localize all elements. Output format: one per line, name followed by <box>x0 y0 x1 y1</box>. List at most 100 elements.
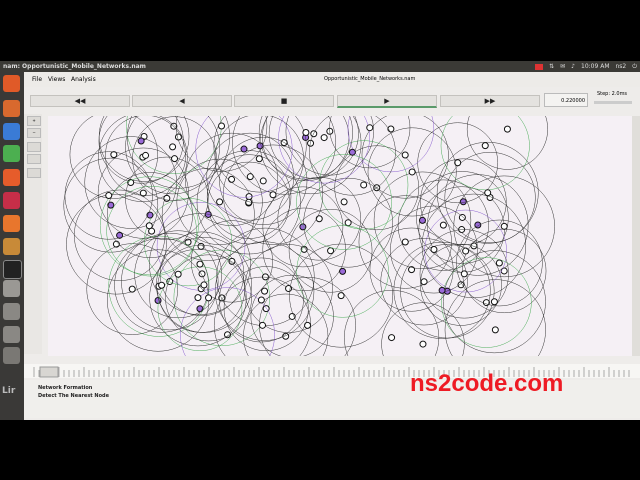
node-graph <box>63 116 555 356</box>
launcher-sidebar <box>0 72 24 420</box>
step-back-button[interactable]: ◀ <box>132 95 232 107</box>
vertical-scrollbar[interactable] <box>632 116 640 356</box>
notification-icon[interactable] <box>535 63 544 70</box>
app-icon[interactable] <box>3 326 20 343</box>
network-icon[interactable]: ⇅ <box>549 61 554 72</box>
watermark: ns2code.com <box>410 370 564 397</box>
network-node <box>145 222 153 230</box>
node-range-circle <box>347 116 435 173</box>
menu-analysis[interactable]: Analysis <box>71 76 96 83</box>
zoom-tool[interactable] <box>27 154 41 164</box>
app-icon[interactable] <box>3 280 20 297</box>
step-label: Step: 2.0ms <box>596 91 628 97</box>
network-node <box>327 247 335 255</box>
system-top-bar: nam: Opportunistic_Mobile_Networks.nam ⇅… <box>0 61 640 72</box>
network-node <box>500 222 508 230</box>
network-node <box>105 191 113 199</box>
network-node <box>340 198 348 206</box>
network-node <box>269 191 277 199</box>
node-range-circle <box>381 302 465 356</box>
network-node <box>420 278 428 286</box>
network-node <box>495 259 503 267</box>
zoom-tool[interactable] <box>27 168 41 178</box>
files-icon[interactable] <box>3 100 20 117</box>
user-name[interactable]: ns2 <box>616 61 627 72</box>
network-node <box>366 124 374 132</box>
network-node <box>339 267 347 275</box>
node-range-circle <box>440 116 530 191</box>
calc-icon[interactable] <box>3 145 20 162</box>
workspace-icon[interactable] <box>3 347 20 364</box>
menu-file[interactable]: File <box>32 76 42 83</box>
network-node <box>481 142 489 150</box>
terminal-icon[interactable] <box>3 260 22 279</box>
mail-icon[interactable]: ✉ <box>560 61 565 72</box>
network-node <box>196 260 204 268</box>
network-node <box>388 334 396 342</box>
annotation-line: Network Formation <box>38 385 93 391</box>
network-node <box>137 137 145 145</box>
node-range-circle <box>259 116 362 195</box>
network-node <box>174 270 182 278</box>
software-center-icon[interactable] <box>3 192 20 209</box>
network-node <box>259 321 267 329</box>
network-node <box>430 246 438 254</box>
network-node <box>337 292 345 300</box>
annotation-line: Detect The Nearest Node <box>38 393 110 399</box>
zoom-in-icon[interactable]: + <box>27 116 41 126</box>
menu-views[interactable]: Views <box>48 76 65 83</box>
network-node <box>438 286 446 294</box>
time-display: 0.220000 <box>544 93 588 107</box>
network-node <box>288 312 296 320</box>
zoom-tool[interactable] <box>27 142 41 152</box>
step-slider[interactable] <box>594 101 632 104</box>
writer-icon[interactable] <box>3 123 20 140</box>
network-node <box>458 213 466 221</box>
network-node <box>439 221 447 229</box>
firefox-icon[interactable] <box>3 215 20 232</box>
network-node <box>171 155 179 163</box>
network-node <box>360 181 368 189</box>
network-node <box>107 201 115 209</box>
stop-button[interactable]: ■ <box>234 95 334 107</box>
network-node <box>419 340 427 348</box>
app-icon[interactable] <box>3 303 20 320</box>
network-node <box>315 215 323 223</box>
dash-icon[interactable] <box>3 75 20 92</box>
clock[interactable]: 10:09 AM <box>581 61 609 72</box>
play-button[interactable]: ▶ <box>337 95 437 108</box>
network-node <box>490 298 498 306</box>
zoom-out-icon[interactable]: − <box>27 128 41 138</box>
node-range-circle <box>262 116 350 182</box>
power-icon[interactable]: ⏻ <box>632 61 637 72</box>
volume-icon[interactable]: ♪ <box>571 61 575 72</box>
network-node <box>256 142 264 150</box>
network-node <box>320 134 328 142</box>
network-node <box>240 145 248 153</box>
network-node <box>261 287 269 295</box>
playback-controls: ◀◀ ◀ ■ ▶ ▶▶ 0.220000 Step: 2.0ms <box>24 89 640 111</box>
settings-icon[interactable] <box>3 238 20 255</box>
impress-icon[interactable] <box>3 169 20 186</box>
network-node <box>484 189 492 197</box>
menu-bar: File Views Analysis Opportunistic_Mobile… <box>24 72 640 87</box>
network-node <box>174 133 182 141</box>
network-node <box>154 297 162 305</box>
network-animation-canvas[interactable] <box>48 116 632 356</box>
network-node <box>460 270 468 278</box>
network-node <box>348 148 356 156</box>
network-node <box>228 175 236 183</box>
network-node <box>169 143 177 151</box>
network-node <box>491 326 499 334</box>
network-node <box>128 285 136 293</box>
network-node <box>401 238 409 246</box>
zoom-toolbar: + − <box>24 114 42 354</box>
desktop-label: Lir <box>2 386 16 396</box>
rewind-button[interactable]: ◀◀ <box>30 95 130 107</box>
fast-forward-button[interactable]: ▶▶ <box>440 95 540 107</box>
network-node <box>194 294 202 302</box>
network-node <box>200 281 208 289</box>
network-node <box>344 219 352 227</box>
network-node <box>459 198 467 206</box>
network-node <box>142 151 150 159</box>
